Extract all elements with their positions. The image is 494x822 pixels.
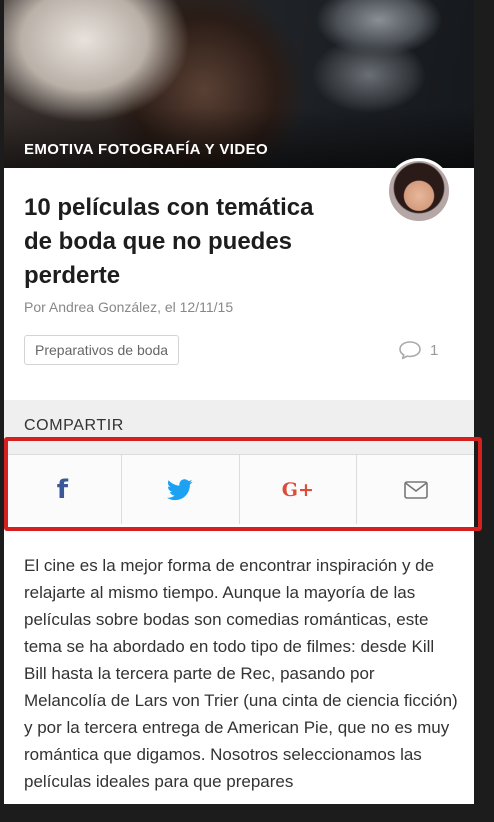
article-byline: Por Andrea González, el 12/11/15 (24, 299, 234, 315)
share-facebook-button[interactable]: f (4, 455, 122, 524)
facebook-icon: f (56, 474, 69, 505)
google-plus-icon: G+ (281, 478, 314, 501)
article-title: 10 películas con temática de boda que no… (24, 194, 314, 289)
hero-overlay (4, 108, 474, 168)
comment-count: 1 (430, 341, 439, 359)
hero-image[interactable]: EMOTIVA FOTOGRAFÍA Y VIDEO (4, 0, 474, 168)
share-buttons-row: f G+ (4, 454, 474, 524)
article-body: El cine es la mejor forma de encontrar i… (24, 556, 458, 791)
category-label[interactable]: EMOTIVA FOTOGRAFÍA Y VIDEO (24, 141, 268, 158)
email-icon (403, 480, 428, 499)
comment-bubble-icon (399, 341, 421, 360)
bottom-backdrop (0, 804, 494, 822)
article-page: EMOTIVA FOTOGRAFÍA Y VIDEO 10 películas … (4, 0, 474, 804)
comments-link[interactable]: 1 (398, 340, 438, 360)
share-section: COMPARTIR f G+ (4, 400, 474, 524)
tag-button[interactable]: Preparativos de boda (24, 335, 180, 365)
share-google-plus-button[interactable]: G+ (239, 455, 358, 524)
author-avatar[interactable] (386, 158, 452, 224)
share-label: COMPARTIR (24, 417, 124, 434)
share-twitter-button[interactable] (121, 455, 240, 524)
share-email-button[interactable] (357, 455, 474, 524)
twitter-icon (167, 478, 193, 500)
